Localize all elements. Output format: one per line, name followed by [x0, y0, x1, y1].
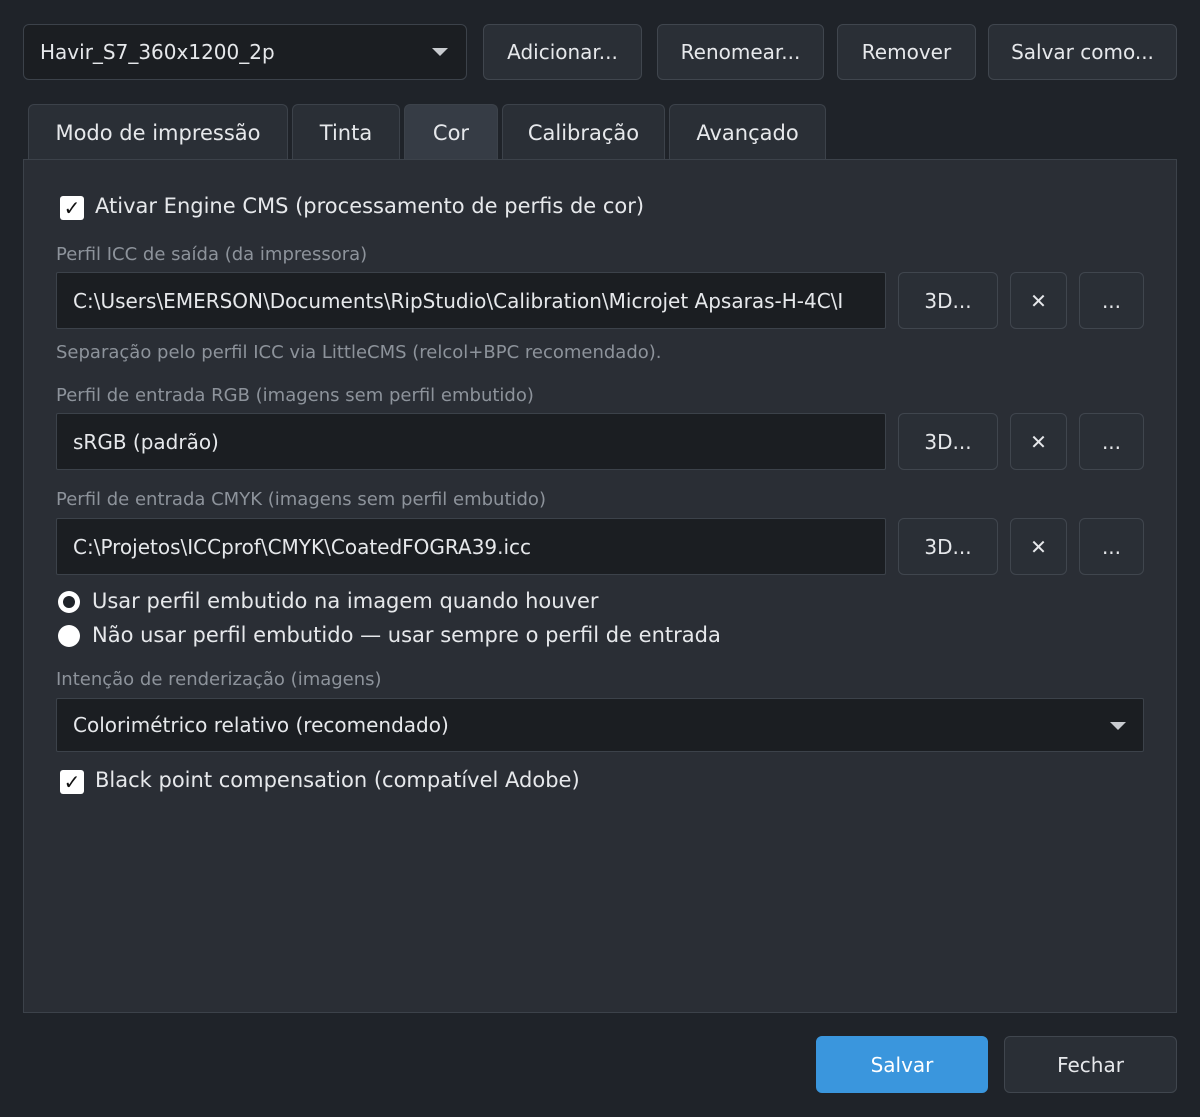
save-button-label: Salvar	[870, 1052, 934, 1077]
bpc-label: Black point compensation (compatível Ado…	[95, 768, 580, 792]
tab-advanced[interactable]: Avançado	[669, 104, 826, 160]
close-icon: ✕	[1030, 429, 1047, 454]
rgb-profile-value: sRGB (padrão)	[73, 429, 219, 454]
use-embedded-radio[interactable]	[58, 591, 80, 613]
output-clear-button[interactable]: ✕	[1010, 272, 1067, 329]
view3d-label: 3D...	[924, 288, 972, 313]
tab-label: Avançado	[696, 120, 799, 145]
intent-caption: Intenção de renderização (imagens)	[56, 669, 382, 690]
close-button-label: Fechar	[1057, 1052, 1124, 1077]
rename-button-label: Renomear...	[680, 40, 801, 64]
close-icon: ✕	[1030, 288, 1047, 313]
tab-label: Tinta	[319, 120, 373, 145]
cmyk-profile-field[interactable]: C:\Projetos\ICCprof\CMYK\CoatedFOGRA39.i…	[56, 518, 886, 575]
tab-print-mode[interactable]: Modo de impressão	[28, 104, 288, 160]
rgb-profile-caption: Perfil de entrada RGB (imagens sem perfi…	[56, 385, 534, 406]
bpc-checkbox[interactable]: ✓	[60, 770, 84, 794]
tab-label: Calibração	[527, 120, 640, 145]
rename-button[interactable]: Renomear...	[657, 24, 824, 80]
chevron-down-icon	[432, 48, 448, 56]
save-as-button-label: Salvar como...	[1011, 40, 1154, 64]
view3d-label: 3D...	[924, 429, 972, 454]
intent-select-value: Colorimétrico relativo (recomendado)	[73, 713, 449, 737]
tab-label: Modo de impressão	[55, 120, 261, 145]
tab-ink[interactable]: Tinta	[292, 104, 400, 160]
remove-button[interactable]: Remover	[837, 24, 976, 80]
rgb-browse-button[interactable]: ...	[1079, 413, 1144, 470]
use-embedded-label: Usar perfil embutido na imagem quando ho…	[92, 589, 599, 613]
rgb-clear-button[interactable]: ✕	[1010, 413, 1067, 470]
profile-select-value: Havir_S7_360x1200_2p	[40, 40, 275, 64]
ellipsis-icon: ...	[1101, 429, 1122, 454]
profile-select[interactable]: Havir_S7_360x1200_2p	[23, 24, 467, 80]
intent-select[interactable]: Colorimétrico relativo (recomendado)	[56, 698, 1144, 752]
tab-color[interactable]: Cor	[404, 104, 498, 160]
output-profile-value: C:\Users\EMERSON\Documents\RipStudio\Cal…	[73, 288, 844, 313]
output-browse-button[interactable]: ...	[1079, 272, 1144, 329]
add-button-label: Adicionar...	[507, 40, 618, 64]
view3d-label: 3D...	[924, 534, 972, 559]
cmyk-browse-button[interactable]: ...	[1079, 518, 1144, 575]
output-profile-hint: Separação pelo perfil ICC via LittleCMS …	[56, 342, 662, 363]
close-icon: ✕	[1030, 534, 1047, 559]
no-embedded-radio[interactable]	[58, 625, 80, 647]
save-button[interactable]: Salvar	[816, 1036, 988, 1093]
cmyk-profile-value: C:\Projetos\ICCprof\CMYK\CoatedFOGRA39.i…	[73, 534, 532, 559]
cmyk-profile-caption: Perfil de entrada CMYK (imagens sem perf…	[56, 489, 546, 510]
cmyk-clear-button[interactable]: ✕	[1010, 518, 1067, 575]
save-as-button[interactable]: Salvar como...	[988, 24, 1177, 80]
output-profile-caption: Perfil ICC de saída (da impressora)	[56, 244, 368, 265]
rgb-profile-field[interactable]: sRGB (padrão)	[56, 413, 886, 470]
ellipsis-icon: ...	[1101, 288, 1122, 313]
cmyk-3d-button[interactable]: 3D...	[898, 518, 998, 575]
output-3d-button[interactable]: 3D...	[898, 272, 998, 329]
cms-enable-label: Ativar Engine CMS (processamento de perf…	[95, 194, 645, 218]
tab-calibration[interactable]: Calibração	[502, 104, 665, 160]
cms-enable-checkbox[interactable]: ✓	[60, 196, 84, 220]
rgb-3d-button[interactable]: 3D...	[898, 413, 998, 470]
close-button[interactable]: Fechar	[1004, 1036, 1177, 1093]
no-embedded-label: Não usar perfil embutido — usar sempre o…	[92, 623, 721, 647]
output-profile-field[interactable]: C:\Users\EMERSON\Documents\RipStudio\Cal…	[56, 272, 886, 329]
tab-label: Cor	[432, 120, 470, 145]
add-button[interactable]: Adicionar...	[483, 24, 642, 80]
chevron-down-icon	[1110, 722, 1126, 730]
ellipsis-icon: ...	[1101, 534, 1122, 559]
remove-button-label: Remover	[861, 40, 952, 64]
